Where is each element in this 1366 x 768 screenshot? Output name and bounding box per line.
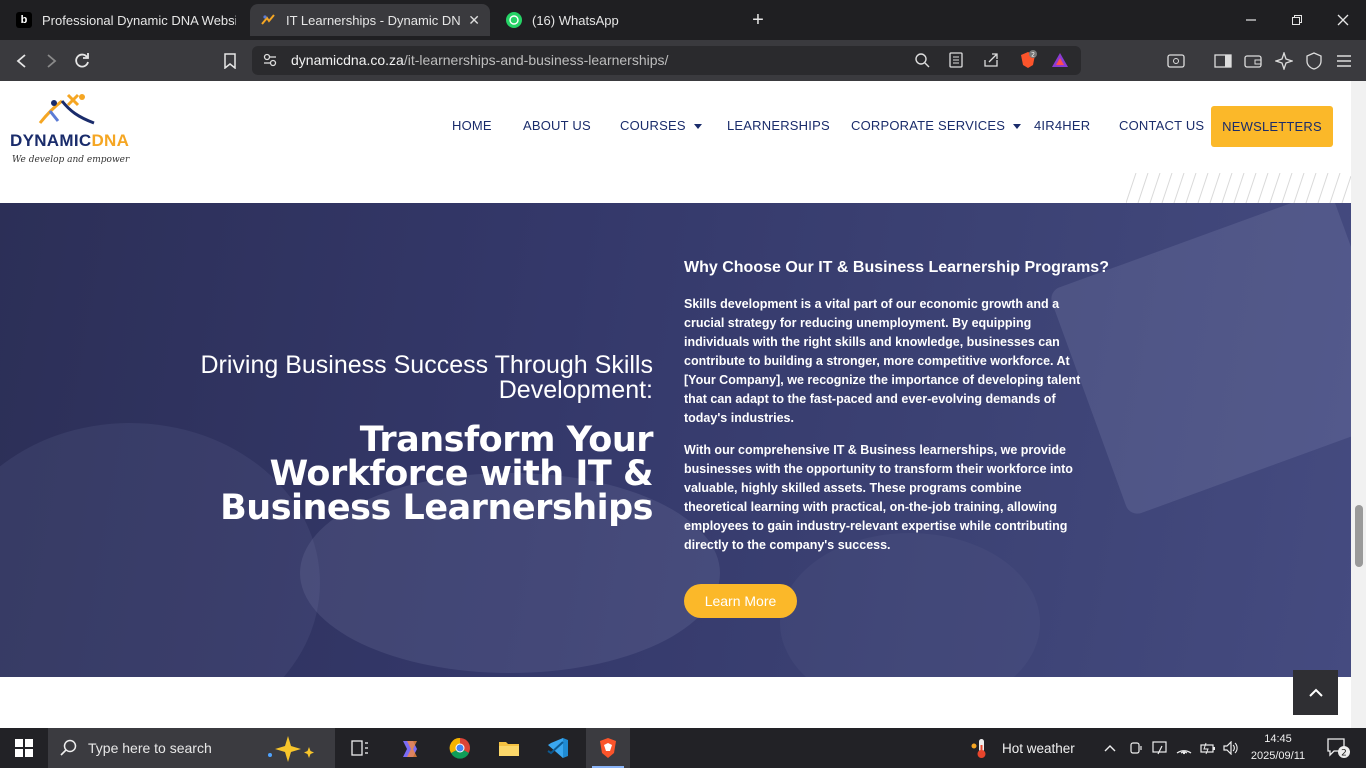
search-highlight-sparkles-icon — [268, 736, 314, 762]
vscode-icon[interactable] — [538, 728, 578, 768]
nav-about-us[interactable]: ABOUT US — [523, 106, 591, 146]
chevron-down-icon — [1013, 124, 1022, 130]
address-bar[interactable]: dynamicdna.co.za/it-learnerships-and-bus… — [252, 46, 1081, 75]
newsletters-button[interactable]: NEWSLETTERS — [1211, 106, 1333, 147]
tab-it-learnerships[interactable]: IT Learnerships - Dynamic DNA I ✕ — [250, 4, 490, 36]
nav-contact-us[interactable]: CONTACT US — [1119, 106, 1204, 146]
nav-corporate-services[interactable]: CORPORATE SERVICES — [851, 106, 1022, 146]
why-choose-heading: Why Choose Our IT & Business Learnership… — [684, 259, 1109, 276]
bookmark-icon[interactable] — [217, 48, 243, 74]
svg-text:2: 2 — [1341, 749, 1347, 759]
tray-overflow-chevron-icon[interactable] — [1100, 728, 1120, 768]
decorative-stripes — [1126, 173, 1351, 203]
brave-rewards-icon[interactable] — [1051, 52, 1069, 73]
hero-section: Driving Business Success Through Skills … — [0, 203, 1351, 677]
nav-4ir4her[interactable]: 4IR4HER — [1034, 106, 1090, 146]
nav-courses[interactable]: COURSES — [620, 106, 702, 146]
nav-learnerships[interactable]: LEARNERSHIPS — [727, 106, 830, 146]
site-header: DYNAMICDNA We develop and empower HOME A… — [0, 81, 1351, 203]
media-icon[interactable] — [1163, 48, 1189, 74]
start-button[interactable] — [0, 728, 48, 768]
page-scrollbar[interactable] — [1351, 81, 1366, 728]
browser-toolbar: dynamicdna.co.za/it-learnerships-and-bus… — [0, 40, 1366, 81]
leo-ai-icon[interactable] — [1271, 48, 1297, 74]
scrollbar-thumb[interactable] — [1355, 505, 1363, 567]
share-icon[interactable] — [983, 52, 999, 73]
chrome-icon[interactable] — [440, 728, 480, 768]
close-tab-icon[interactable]: ✕ — [468, 12, 480, 29]
clock-time: 14:45 — [1264, 733, 1292, 745]
vpn-icon[interactable] — [1301, 48, 1327, 74]
hero-left-column: Driving Business Success Through Skills … — [193, 351, 653, 528]
wifi-icon[interactable] — [1173, 728, 1195, 768]
url-text: dynamicdna.co.za/it-learnerships-and-bus… — [291, 52, 669, 68]
sidebar-icon[interactable] — [1210, 48, 1236, 74]
back-to-top-button[interactable] — [1293, 670, 1338, 715]
new-tab-button[interactable]: + — [748, 6, 768, 34]
nav-corporate-services-label: CORPORATE SERVICES — [851, 118, 1006, 133]
network-settings-icon[interactable] — [1149, 728, 1171, 768]
learn-more-button[interactable]: Learn More — [684, 584, 797, 618]
back-icon[interactable] — [9, 48, 35, 74]
menu-icon[interactable] — [1331, 48, 1357, 74]
site-settings-icon[interactable] — [262, 52, 278, 73]
search-icon — [60, 739, 77, 756]
taskbar-search[interactable]: Type here to search — [48, 728, 335, 768]
system-clock[interactable]: 14:45 2025/09/11 — [1248, 731, 1308, 765]
file-explorer-icon[interactable] — [489, 728, 529, 768]
task-view-icon[interactable] — [340, 728, 380, 768]
nav-home[interactable]: HOME — [452, 106, 492, 146]
chevron-up-icon — [1308, 688, 1323, 697]
thermometer-icon — [971, 739, 986, 758]
web-page: DYNAMICDNA We develop and empower HOME A… — [0, 81, 1351, 728]
dynamic-dna-favicon-icon — [260, 12, 276, 28]
tab-dynamic-dna-website[interactable]: b Professional Dynamic DNA Website — [6, 4, 246, 36]
clock-date: 2025/09/11 — [1250, 750, 1306, 762]
main-navigation: HOME ABOUT US COURSES LEARNERSHIPS CORPO… — [0, 106, 1351, 146]
weather-widget[interactable]: Hot weather — [970, 728, 1080, 768]
reload-icon[interactable] — [69, 48, 95, 74]
brave-taskbar-icon[interactable] — [586, 728, 630, 768]
windows-taskbar: Type here to search Hot weather 14:45 20… — [0, 728, 1366, 768]
hero-subtitle: Driving Business Success Through Skills … — [200, 351, 653, 404]
brave-shields-icon[interactable]: 2 — [1018, 50, 1038, 75]
meet-now-icon[interactable] — [1126, 728, 1146, 768]
logo-tagline: We develop and empower — [12, 155, 130, 165]
nav-courses-label: COURSES — [620, 118, 686, 133]
reader-mode-icon[interactable] — [949, 52, 963, 73]
close-window-button[interactable] — [1320, 0, 1366, 40]
svg-text:2: 2 — [1031, 52, 1035, 59]
weather-text: Hot weather — [1002, 740, 1075, 756]
hero-right-column: Why Choose Our IT & Business Learnership… — [684, 259, 1109, 618]
volume-icon[interactable] — [1220, 728, 1242, 768]
browser-tab-strip: b Professional Dynamic DNA Website IT Le… — [0, 0, 1366, 40]
hero-title: Transform Your Workforce with IT & Busin… — [220, 420, 653, 528]
wallet-icon[interactable] — [1240, 48, 1266, 74]
restore-button[interactable] — [1274, 0, 1320, 40]
whatsapp-favicon-icon — [506, 12, 522, 28]
tab-title: Professional Dynamic DNA Website — [42, 12, 236, 28]
bing-favicon-icon: b — [16, 12, 32, 28]
minimize-button[interactable] — [1228, 0, 1274, 40]
tab-title: (16) WhatsApp — [532, 12, 619, 28]
windows-logo-icon — [15, 739, 33, 757]
tab-title: IT Learnerships - Dynamic DNA I — [286, 12, 461, 28]
chevron-down-icon — [693, 124, 702, 130]
tab-whatsapp[interactable]: (16) WhatsApp — [496, 4, 736, 36]
battery-icon[interactable] — [1197, 728, 1219, 768]
notifications-icon[interactable]: 2 — [1318, 728, 1358, 768]
hero-paragraph-2: With our comprehensive IT & Business lea… — [684, 443, 1073, 552]
zoom-search-icon[interactable] — [914, 52, 930, 73]
hero-paragraph-1: Skills development is a vital part of ou… — [684, 297, 1081, 425]
forward-icon[interactable] — [38, 48, 64, 74]
copilot-icon[interactable] — [390, 728, 430, 768]
search-placeholder: Type here to search — [88, 740, 212, 756]
